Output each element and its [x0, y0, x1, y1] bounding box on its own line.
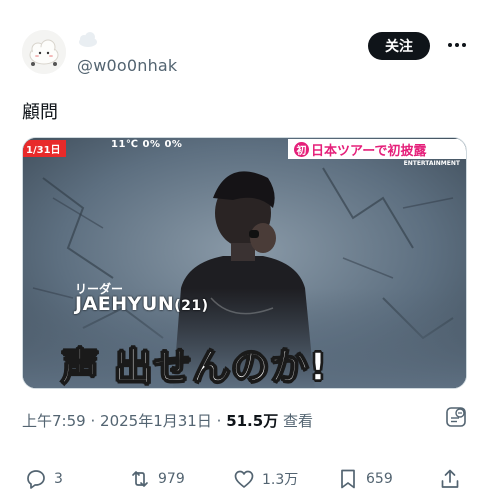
tv-name-text: JAEHYUN [75, 293, 175, 315]
bookmark-count: 659 [366, 471, 393, 487]
repost-icon [132, 471, 148, 487]
post-header: @w0o0nhak 关注 [22, 30, 468, 80]
reply-action[interactable]: 3 [24, 466, 63, 492]
tv-ticker: 初 日本ツアーで初披露 [288, 139, 466, 159]
tv-ticker-sub: ENTERTAINMENT [403, 160, 460, 167]
tv-date-badge: 1/31日 [23, 140, 66, 157]
tv-name: JAEHYUN(21) [75, 293, 209, 315]
grok-icon[interactable] [445, 406, 467, 428]
reply-count: 3 [54, 471, 63, 487]
share-action[interactable] [438, 466, 462, 492]
like-action[interactable]: 1.3万 [232, 466, 298, 492]
post-actions: 3 979 1.3万 659 [24, 466, 464, 492]
view-count: 51.5万 [226, 412, 279, 430]
tv-ticker-first: 初 [294, 141, 309, 157]
heart-icon [234, 470, 254, 488]
post-date[interactable]: 2025年1月31日 [100, 412, 212, 430]
post-text: 顧問 [22, 102, 58, 123]
post-time[interactable]: 上午7:59 [22, 412, 86, 430]
view-label: 查看 [282, 412, 313, 430]
bookmark-action[interactable]: 659 [336, 466, 393, 492]
author-handle[interactable]: @w0o0nhak [77, 56, 177, 75]
bookmark-icon [341, 469, 355, 489]
tv-caption: 声 出せんのか! [60, 344, 328, 389]
tv-age: (21) [174, 298, 209, 314]
tv-weather: 11℃ 0% 0% [111, 139, 183, 150]
like-count: 1.3万 [262, 472, 299, 488]
avatar[interactable] [22, 30, 66, 74]
tv-ticker-text: 日本ツアーで初披露 [311, 143, 427, 159]
more-options-icon[interactable] [446, 35, 468, 55]
repost-count: 979 [158, 471, 185, 487]
post-media-image[interactable]: 1/31日 11℃ 0% 0% 初 日本ツアーで初披露 ENTERTAINMEN… [22, 137, 467, 389]
post-meta: 上午7:59 · 2025年1月31日 · 51.5万 查看 [22, 410, 313, 431]
meta-separator: · [216, 412, 222, 430]
meta-separator: · [90, 412, 96, 430]
share-icon [441, 469, 459, 488]
reply-icon [27, 470, 45, 489]
repost-action[interactable]: 979 [128, 466, 185, 492]
cloud-icon [77, 32, 99, 48]
follow-button[interactable]: 关注 [368, 32, 430, 60]
